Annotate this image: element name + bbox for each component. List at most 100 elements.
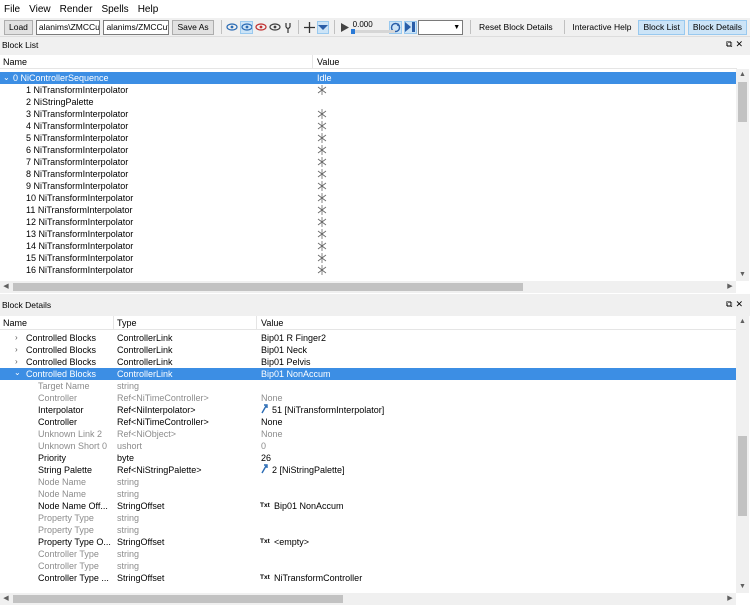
list-item[interactable]: 13 NiTransformInterpolator (0, 228, 736, 240)
scroll-up-icon[interactable]: ▲ (736, 316, 749, 328)
list-item[interactable]: 2 NiStringPalette (0, 96, 736, 108)
list-item[interactable]: 15 NiTransformInterpolator (0, 252, 736, 264)
field-value[interactable]: <empty> (274, 536, 730, 548)
table-row[interactable]: String Palette Ref<NiStringPalette> 2 [NiS… (0, 464, 736, 476)
chevron-down-icon[interactable]: ⌄ (14, 367, 21, 379)
menu-render[interactable]: Render (60, 4, 93, 15)
table-row[interactable]: Node Name string (0, 488, 736, 500)
table-row[interactable]: Unknown Link 2 Ref<NiObject> None (0, 428, 736, 440)
column-value-header[interactable]: Value (261, 318, 283, 328)
block-list-vscroll[interactable]: ▲ ▼ (736, 69, 749, 281)
list-item[interactable]: 1 NiTransformInterpolator (0, 84, 736, 96)
list-item[interactable]: 6 NiTransformInterpolator (0, 144, 736, 156)
eye-dark-icon[interactable] (269, 21, 282, 34)
menu-spells[interactable]: Spells (101, 4, 128, 15)
scroll-thumb[interactable] (738, 436, 747, 516)
block-list-toggle[interactable]: Block List (638, 19, 685, 35)
field-value[interactable]: Bip01 R Finger2 (261, 332, 730, 344)
field-value[interactable]: None (261, 416, 730, 428)
close-icon[interactable]: ✕ (735, 299, 746, 309)
interactive-help-button[interactable]: Interactive Help (568, 20, 635, 35)
field-value[interactable]: Bip01 Neck (261, 344, 730, 356)
field-value[interactable]: Bip01 NonAccum (274, 500, 730, 512)
save-as-button[interactable]: Save As (172, 19, 214, 35)
table-row[interactable]: Controller Type string (0, 548, 736, 560)
table-row[interactable]: › Controlled Blocks ControllerLink Bip01 Ne… (0, 344, 736, 356)
scroll-down-icon[interactable]: ▼ (736, 581, 749, 593)
list-item[interactable]: 8 NiTransformInterpolator (0, 168, 736, 180)
list-item[interactable]: 9 NiTransformInterpolator (0, 180, 736, 192)
table-row[interactable]: Controller Ref<NiTimeController> None (0, 392, 736, 404)
table-row[interactable]: Property Type string (0, 512, 736, 524)
block-details-vscroll[interactable]: ▲ ▼ (736, 316, 749, 593)
field-value[interactable]: 0 (261, 440, 730, 452)
table-row[interactable]: Node Name Off... StringOffset Txt Bip01 Non… (0, 500, 736, 512)
table-row[interactable]: Node Name string (0, 476, 736, 488)
time-slider[interactable]: 0.000 (350, 20, 395, 35)
list-item[interactable]: 10 NiTransformInterpolator (0, 192, 736, 204)
list-item[interactable]: 5 NiTransformInterpolator (0, 132, 736, 144)
sequence-select[interactable]: ▼ (418, 19, 464, 35)
table-row[interactable]: Interpolator Ref<NiInterpolator> 51 [NiTra… (0, 404, 736, 416)
field-value[interactable]: NiTransformController (274, 572, 730, 584)
scroll-thumb[interactable] (738, 82, 747, 122)
eye-red-icon[interactable] (255, 21, 268, 34)
table-row[interactable]: Unknown Short 0 ushort 0 (0, 440, 736, 452)
column-type-header[interactable]: Type (117, 318, 137, 328)
menu-view[interactable]: View (29, 4, 51, 15)
scroll-left-icon[interactable]: ◀ (0, 281, 12, 293)
field-value[interactable]: None (261, 392, 730, 404)
block-details-toggle[interactable]: Block Details (687, 19, 747, 35)
field-value[interactable]: 51 [NiTransformInterpolator] (272, 404, 730, 416)
scroll-left-icon[interactable]: ◀ (0, 593, 12, 605)
field-value[interactable]: 26 (261, 452, 730, 464)
list-item[interactable]: 16 NiTransformInterpolator (0, 264, 736, 276)
table-row[interactable]: Property Type O... StringOffset Txt <empty> (0, 536, 736, 548)
list-item[interactable]: ⌄ 0 NiControllerSequence Idle (0, 72, 736, 84)
block-list-tree[interactable]: Name Value ⌄ 0 NiControllerSequence Idle 1 … (0, 55, 750, 294)
table-row[interactable]: Controller Ref<NiTimeController> None (0, 416, 736, 428)
chevron-right-icon[interactable]: › (15, 344, 18, 356)
list-item[interactable]: 3 NiTransformInterpolator (0, 108, 736, 120)
menu-file[interactable]: File (4, 4, 20, 15)
load-path-input[interactable]: alanims\ZMCCuffIdle.kf (35, 19, 101, 35)
list-item[interactable]: 12 NiTransformInterpolator (0, 216, 736, 228)
move-icon[interactable] (304, 21, 316, 34)
table-row[interactable]: Priority byte 26 (0, 452, 736, 464)
chevron-down-icon[interactable]: ⌄ (3, 72, 10, 84)
table-row[interactable]: Target Name string (0, 380, 736, 392)
table-row[interactable]: ⌄ Controlled Blocks ControllerLink Bip01 No… (0, 368, 736, 380)
list-item[interactable]: 14 NiTransformInterpolator (0, 240, 736, 252)
chevron-right-icon[interactable]: › (15, 332, 18, 344)
tuning-fork-icon[interactable] (283, 21, 293, 34)
view-dropdown-icon[interactable] (317, 20, 330, 34)
field-value[interactable]: 2 [NiStringPalette] (272, 464, 730, 476)
menu-help[interactable]: Help (138, 4, 159, 15)
eye-icon[interactable] (226, 21, 239, 34)
scroll-thumb[interactable] (13, 283, 523, 291)
eye-bones-icon[interactable] (240, 20, 254, 34)
block-details-hscroll[interactable]: ◀ ▶ (0, 593, 736, 605)
field-value[interactable]: Bip01 Pelvis (261, 356, 730, 368)
load-button[interactable]: Load (4, 19, 33, 35)
table-row[interactable]: Controller Type string (0, 560, 736, 572)
scroll-down-icon[interactable]: ▼ (736, 269, 749, 281)
list-item[interactable]: 7 NiTransformInterpolator (0, 156, 736, 168)
column-value-header[interactable]: Value (317, 57, 339, 67)
play-icon[interactable] (340, 21, 350, 34)
block-list-hscroll[interactable]: ◀ ▶ (0, 281, 736, 293)
scroll-right-icon[interactable]: ▶ (724, 593, 736, 605)
scroll-thumb[interactable] (13, 595, 343, 603)
reset-block-details-button[interactable]: Reset Block Details (475, 20, 557, 35)
scroll-right-icon[interactable]: ▶ (724, 281, 736, 293)
save-path-input[interactable]: alanims/ZMCCuffIdle.kf (103, 19, 170, 35)
list-item[interactable]: 11 NiTransformInterpolator (0, 204, 736, 216)
field-value[interactable]: None (261, 428, 730, 440)
table-row[interactable]: › Controlled Blocks ControllerLink Bip01 R … (0, 332, 736, 344)
field-value[interactable]: Bip01 NonAccum (261, 368, 730, 380)
block-details-tree[interactable]: Name Type Value › Controlled Blocks Contro… (0, 316, 750, 605)
column-name-header[interactable]: Name (3, 57, 27, 67)
list-item[interactable]: 4 NiTransformInterpolator (0, 120, 736, 132)
close-icon[interactable]: ✕ (735, 39, 746, 49)
table-row[interactable]: Controller Type ... StringOffset Txt NiTran… (0, 572, 736, 584)
